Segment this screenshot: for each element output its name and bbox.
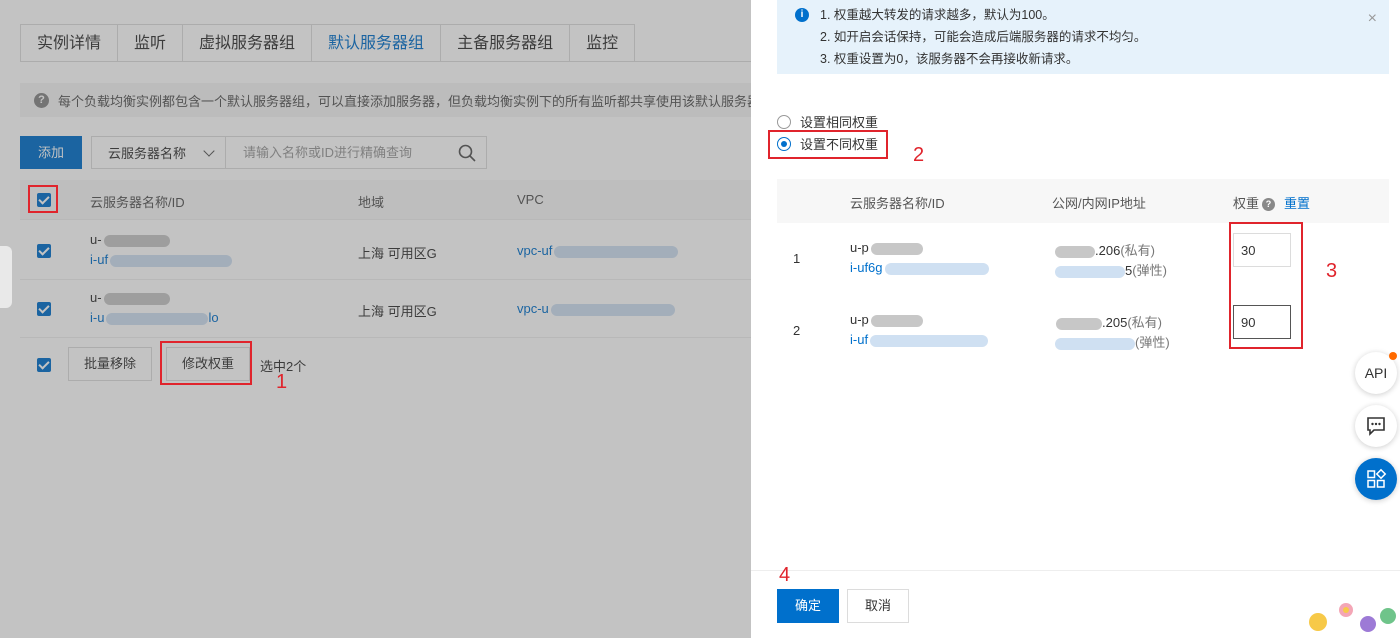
tab-bar: 实例详情 监听 虚拟服务器组 默认服务器组 主备服务器组 监控 — [20, 24, 636, 62]
info-line-1: 1. 权重越大转发的请求越多，默认为100。 — [820, 8, 1055, 22]
confirm-button[interactable]: 确定 — [777, 589, 839, 623]
modify-weight-drawer: i 1. 权重越大转发的请求越多，默认为100。 2. 如开启会话保持，可能会造… — [751, 0, 1400, 638]
row-checkbox[interactable] — [37, 302, 51, 316]
annotation-number-2: 2 — [913, 144, 925, 166]
radio-circle[interactable] — [777, 114, 791, 129]
background-page: 实例详情 监听 虚拟服务器组 默认服务器组 主备服务器组 监控 ? 每个负载均衡… — [0, 0, 751, 638]
tabs-divider — [20, 61, 751, 62]
column-header-server: 云服务器名称/ID — [850, 196, 945, 211]
search-input[interactable] — [243, 145, 443, 160]
annotation-box-modify-weight — [160, 341, 252, 385]
row-index: 1 — [793, 251, 801, 266]
public-ip: 5(弹性) — [1055, 260, 1167, 279]
reset-weight-link[interactable]: 重置 — [1284, 193, 1310, 212]
message-icon — [1367, 417, 1385, 436]
tab-instance-details[interactable]: 实例详情 — [21, 24, 119, 62]
server-id-link[interactable]: i-u lo — [90, 310, 219, 325]
table-row[interactable]: u- i-uf 上海 可用区G vpc-uf — [20, 222, 751, 280]
tab-listeners[interactable]: 监听 — [118, 24, 184, 62]
cancel-button[interactable]: 取消 — [847, 589, 909, 623]
chevron-down-icon — [203, 145, 215, 157]
annotation-number-3: 3 — [1326, 260, 1338, 282]
help-icon[interactable]: ? — [1262, 198, 1276, 212]
api-float-button[interactable]: API — [1355, 352, 1397, 394]
feedback-float-button[interactable] — [1355, 405, 1397, 447]
weight-table-header: 云服务器名称/ID 公网/内网IP地址 权重? 重置 — [777, 179, 1389, 223]
server-id-link[interactable]: i-uf — [850, 332, 989, 347]
public-ip: (弹性) — [1055, 332, 1170, 351]
region-cell: 上海 可用区G — [358, 246, 437, 261]
filter-select-value: 云服务器名称 — [108, 146, 187, 161]
column-header-vpc: VPC — [517, 192, 544, 207]
info-line-2: 2. 如开启会话保持，可能会造成后端服务器的请求不均匀。 — [820, 30, 1147, 44]
tab-vserver-groups[interactable]: 虚拟服务器组 — [183, 24, 313, 62]
notification-dot — [1389, 352, 1397, 360]
add-button[interactable]: 添加 — [20, 136, 82, 169]
close-icon[interactable]: × — [1368, 8, 1377, 30]
radio-same-weight[interactable]: 设置相同权重 — [777, 112, 878, 131]
tab-monitoring[interactable]: 监控 — [570, 24, 636, 62]
server-name: u-p — [850, 312, 923, 327]
table-header: 云服务器名称/ID 地域 VPC — [20, 180, 751, 220]
server-id-link[interactable]: i-uf — [90, 252, 233, 267]
row-checkbox[interactable] — [37, 244, 51, 258]
server-id-link[interactable]: i-uf6g — [850, 260, 989, 275]
row-index: 2 — [793, 323, 801, 338]
tab-default-server-group[interactable]: 默认服务器组 — [312, 24, 442, 62]
notice-bar: ? 每个负载均衡实例都包含一个默认服务器组，可以直接添加服务器，但负载均衡实例下… — [20, 83, 751, 117]
side-collapse-handle[interactable] — [0, 246, 12, 308]
annotation-number-4: 4 — [779, 564, 791, 586]
region-cell: 上海 可用区G — [358, 304, 437, 319]
column-header-server: 云服务器名称/ID — [90, 195, 185, 210]
server-name: u-p — [850, 240, 923, 255]
bulk-remove-button[interactable]: 批量移除 — [68, 347, 152, 381]
radio-same-weight-label: 设置相同权重 — [800, 115, 879, 130]
search-field[interactable] — [225, 136, 487, 169]
annotation-number-1: 1 — [276, 371, 288, 393]
column-header-region: 地域 — [358, 195, 385, 210]
info-line-3: 3. 权重设置为0，该服务器不会再接收新请求。 — [820, 52, 1079, 66]
bulk-select-checkbox[interactable] — [37, 358, 51, 372]
server-name: u- — [90, 232, 170, 247]
decorative-flower-icon — [1309, 603, 1396, 632]
annotation-box-select-all — [28, 185, 58, 213]
info-alert: i 1. 权重越大转发的请求越多，默认为100。 2. 如开启会话保持，可能会造… — [777, 0, 1389, 74]
question-icon: ? — [34, 92, 49, 108]
annotation-box-different-weight — [768, 130, 888, 159]
search-icon[interactable] — [458, 144, 476, 162]
apps-float-button[interactable] — [1355, 458, 1397, 500]
notice-text: 每个负载均衡实例都包含一个默认服务器组，可以直接添加服务器，但负载均衡实例下的所… — [58, 93, 751, 109]
column-header-ip: 公网/内网IP地址 — [1052, 196, 1146, 211]
column-header-weight: 权重? — [1233, 193, 1276, 212]
grid-apps-icon — [1367, 468, 1387, 488]
private-ip: .206(私有) — [1055, 240, 1155, 259]
server-name: u- — [90, 290, 170, 305]
info-icon: i — [795, 8, 809, 22]
annotation-box-weights — [1229, 222, 1303, 349]
table-row[interactable]: u- i-u lo 上海 可用区G vpc-u — [20, 280, 751, 338]
private-ip: .205(私有) — [1056, 312, 1162, 331]
vpc-link[interactable]: vpc-u — [517, 301, 675, 316]
api-label: API — [1364, 365, 1388, 381]
vpc-link[interactable]: vpc-uf — [517, 243, 679, 258]
filter-select[interactable]: 云服务器名称 — [91, 136, 226, 169]
footer-divider — [751, 570, 1400, 571]
tab-master-slave-groups[interactable]: 主备服务器组 — [441, 24, 571, 62]
